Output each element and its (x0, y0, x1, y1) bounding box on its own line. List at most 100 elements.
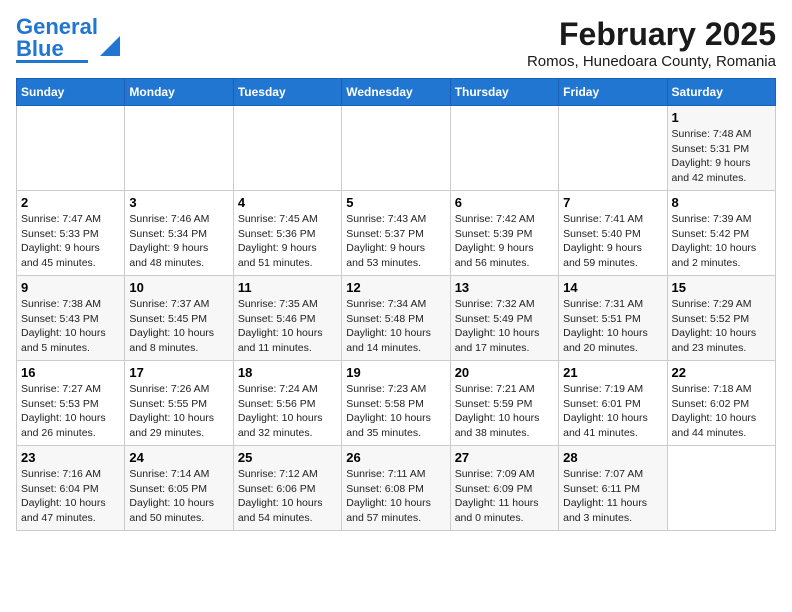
day-info: Sunrise: 7:47 AM Sunset: 5:33 PM Dayligh… (21, 212, 120, 271)
day-info: Sunrise: 7:27 AM Sunset: 5:53 PM Dayligh… (21, 382, 120, 441)
day-number: 12 (346, 280, 445, 295)
calendar-week-3: 9Sunrise: 7:38 AM Sunset: 5:43 PM Daylig… (17, 276, 776, 361)
header-day-sunday: Sunday (17, 79, 125, 106)
calendar-cell: 9Sunrise: 7:38 AM Sunset: 5:43 PM Daylig… (17, 276, 125, 361)
day-number: 20 (455, 365, 554, 380)
calendar-week-5: 23Sunrise: 7:16 AM Sunset: 6:04 PM Dayli… (17, 446, 776, 531)
day-info: Sunrise: 7:43 AM Sunset: 5:37 PM Dayligh… (346, 212, 445, 271)
day-number: 13 (455, 280, 554, 295)
calendar-cell: 6 Sunrise: 7:42 AM Sunset: 5:39 PM Daylig… (450, 191, 558, 276)
day-number: 15 (672, 280, 771, 295)
calendar-cell: 27 Sunrise: 7:09 AM Sunset: 6:09 PM Dayli… (450, 446, 558, 531)
day-number: 25 (238, 450, 337, 465)
logo-text: GeneralBlue (16, 16, 98, 60)
day-number: 19 (346, 365, 445, 380)
day-info: Sunrise: 7:29 AM Sunset: 5:52 PM Dayligh… (672, 297, 771, 356)
day-number: 21 (563, 365, 662, 380)
page-header: GeneralBlue February 2025 Romos, Hunedoa… (16, 16, 776, 70)
calendar-cell: 3Sunrise: 7:46 AM Sunset: 5:34 PM Daylig… (125, 191, 233, 276)
calendar-table: SundayMondayTuesdayWednesdayThursdayFrid… (16, 78, 776, 531)
day-number: 9 (21, 280, 120, 295)
day-info: Sunrise: 7:09 AM Sunset: 6:09 PM Dayligh… (455, 467, 554, 526)
calendar-cell: 19Sunrise: 7:23 AM Sunset: 5:58 PM Dayli… (342, 361, 450, 446)
day-info: Sunrise: 7:14 AM Sunset: 6:05 PM Dayligh… (129, 467, 228, 526)
day-info: Sunrise: 7:35 AM Sunset: 5:46 PM Dayligh… (238, 297, 337, 356)
calendar-cell: 8 Sunrise: 7:39 AM Sunset: 5:42 PM Daylig… (667, 191, 775, 276)
calendar-cell: 13 Sunrise: 7:32 AM Sunset: 5:49 PM Dayli… (450, 276, 558, 361)
day-number: 1 (672, 110, 771, 125)
calendar-cell (342, 106, 450, 191)
day-info: Sunrise: 7:34 AM Sunset: 5:48 PM Dayligh… (346, 297, 445, 356)
calendar-cell (559, 106, 667, 191)
day-number: 10 (129, 280, 228, 295)
calendar-cell: 10 Sunrise: 7:37 AM Sunset: 5:45 PM Dayli… (125, 276, 233, 361)
calendar-cell: 17 Sunrise: 7:26 AM Sunset: 5:55 PM Dayli… (125, 361, 233, 446)
day-number: 14 (563, 280, 662, 295)
day-info: Sunrise: 7:41 AM Sunset: 5:40 PM Dayligh… (563, 212, 662, 271)
day-number: 5 (346, 195, 445, 210)
day-number: 4 (238, 195, 337, 210)
day-info: Sunrise: 7:07 AM Sunset: 6:11 PM Dayligh… (563, 467, 662, 526)
calendar-cell (17, 106, 125, 191)
day-info: Sunrise: 7:48 AM Sunset: 5:31 PM Dayligh… (672, 127, 771, 186)
day-info: Sunrise: 7:32 AM Sunset: 5:49 PM Dayligh… (455, 297, 554, 356)
header-day-friday: Friday (559, 79, 667, 106)
calendar-cell (125, 106, 233, 191)
calendar-cell: 16 Sunrise: 7:27 AM Sunset: 5:53 PM Dayli… (17, 361, 125, 446)
day-info: Sunrise: 7:45 AM Sunset: 5:36 PM Dayligh… (238, 212, 337, 271)
calendar-cell: 24 Sunrise: 7:14 AM Sunset: 6:05 PM Dayli… (125, 446, 233, 531)
day-number: 17 (129, 365, 228, 380)
day-info: Sunrise: 7:42 AM Sunset: 5:39 PM Dayligh… (455, 212, 554, 271)
calendar-cell: 28 Sunrise: 7:07 AM Sunset: 6:11 PM Dayli… (559, 446, 667, 531)
day-info: Sunrise: 7:37 AM Sunset: 5:45 PM Dayligh… (129, 297, 228, 356)
title-block: February 2025 Romos, Hunedoara County, R… (527, 16, 776, 70)
logo: GeneralBlue (16, 16, 120, 63)
header-day-wednesday: Wednesday (342, 79, 450, 106)
header-day-monday: Monday (125, 79, 233, 106)
day-number: 24 (129, 450, 228, 465)
calendar-cell: 14 Sunrise: 7:31 AM Sunset: 5:51 PM Dayli… (559, 276, 667, 361)
calendar-cell: 4 Sunrise: 7:45 AM Sunset: 5:36 PM Daylig… (233, 191, 341, 276)
calendar-cell: 15 Sunrise: 7:29 AM Sunset: 5:52 PM Dayli… (667, 276, 775, 361)
calendar-cell: 1 Sunrise: 7:48 AM Sunset: 5:31 PM Daylig… (667, 106, 775, 191)
day-number: 16 (21, 365, 120, 380)
day-info: Sunrise: 7:19 AM Sunset: 6:01 PM Dayligh… (563, 382, 662, 441)
calendar-cell: 12 Sunrise: 7:34 AM Sunset: 5:48 PM Dayli… (342, 276, 450, 361)
day-number: 6 (455, 195, 554, 210)
day-number: 23 (21, 450, 120, 465)
calendar-cell: 18Sunrise: 7:24 AM Sunset: 5:56 PM Dayli… (233, 361, 341, 446)
day-info: Sunrise: 7:26 AM Sunset: 5:55 PM Dayligh… (129, 382, 228, 441)
header-day-tuesday: Tuesday (233, 79, 341, 106)
day-number: 8 (672, 195, 771, 210)
calendar-cell: 22 Sunrise: 7:18 AM Sunset: 6:02 PM Dayli… (667, 361, 775, 446)
day-number: 26 (346, 450, 445, 465)
calendar-week-1: 1 Sunrise: 7:48 AM Sunset: 5:31 PM Daylig… (17, 106, 776, 191)
calendar-cell: 11 Sunrise: 7:35 AM Sunset: 5:46 PM Dayli… (233, 276, 341, 361)
day-info: Sunrise: 7:12 AM Sunset: 6:06 PM Dayligh… (238, 467, 337, 526)
header-day-saturday: Saturday (667, 79, 775, 106)
calendar-subtitle: Romos, Hunedoara County, Romania (527, 53, 776, 70)
calendar-header-row: SundayMondayTuesdayWednesdayThursdayFrid… (17, 79, 776, 106)
day-number: 22 (672, 365, 771, 380)
calendar-cell: 5 Sunrise: 7:43 AM Sunset: 5:37 PM Daylig… (342, 191, 450, 276)
day-number: 28 (563, 450, 662, 465)
day-number: 11 (238, 280, 337, 295)
day-number: 2 (21, 195, 120, 210)
day-info: Sunrise: 7:46 AM Sunset: 5:34 PM Dayligh… (129, 212, 228, 271)
day-info: Sunrise: 7:24 AM Sunset: 5:56 PM Dayligh… (238, 382, 337, 441)
day-info: Sunrise: 7:18 AM Sunset: 6:02 PM Dayligh… (672, 382, 771, 441)
calendar-cell (667, 446, 775, 531)
calendar-cell: 25 Sunrise: 7:12 AM Sunset: 6:06 PM Dayli… (233, 446, 341, 531)
day-number: 27 (455, 450, 554, 465)
day-info: Sunrise: 7:31 AM Sunset: 5:51 PM Dayligh… (563, 297, 662, 356)
calendar-cell: 2 Sunrise: 7:47 AM Sunset: 5:33 PM Daylig… (17, 191, 125, 276)
calendar-cell: 7 Sunrise: 7:41 AM Sunset: 5:40 PM Daylig… (559, 191, 667, 276)
calendar-week-2: 2 Sunrise: 7:47 AM Sunset: 5:33 PM Daylig… (17, 191, 776, 276)
day-info: Sunrise: 7:39 AM Sunset: 5:42 PM Dayligh… (672, 212, 771, 271)
header-day-thursday: Thursday (450, 79, 558, 106)
day-number: 7 (563, 195, 662, 210)
calendar-cell: 21 Sunrise: 7:19 AM Sunset: 6:01 PM Dayli… (559, 361, 667, 446)
calendar-cell: 20Sunrise: 7:21 AM Sunset: 5:59 PM Dayli… (450, 361, 558, 446)
calendar-cell: 26 Sunrise: 7:11 AM Sunset: 6:08 PM Dayli… (342, 446, 450, 531)
day-info: Sunrise: 7:11 AM Sunset: 6:08 PM Dayligh… (346, 467, 445, 526)
